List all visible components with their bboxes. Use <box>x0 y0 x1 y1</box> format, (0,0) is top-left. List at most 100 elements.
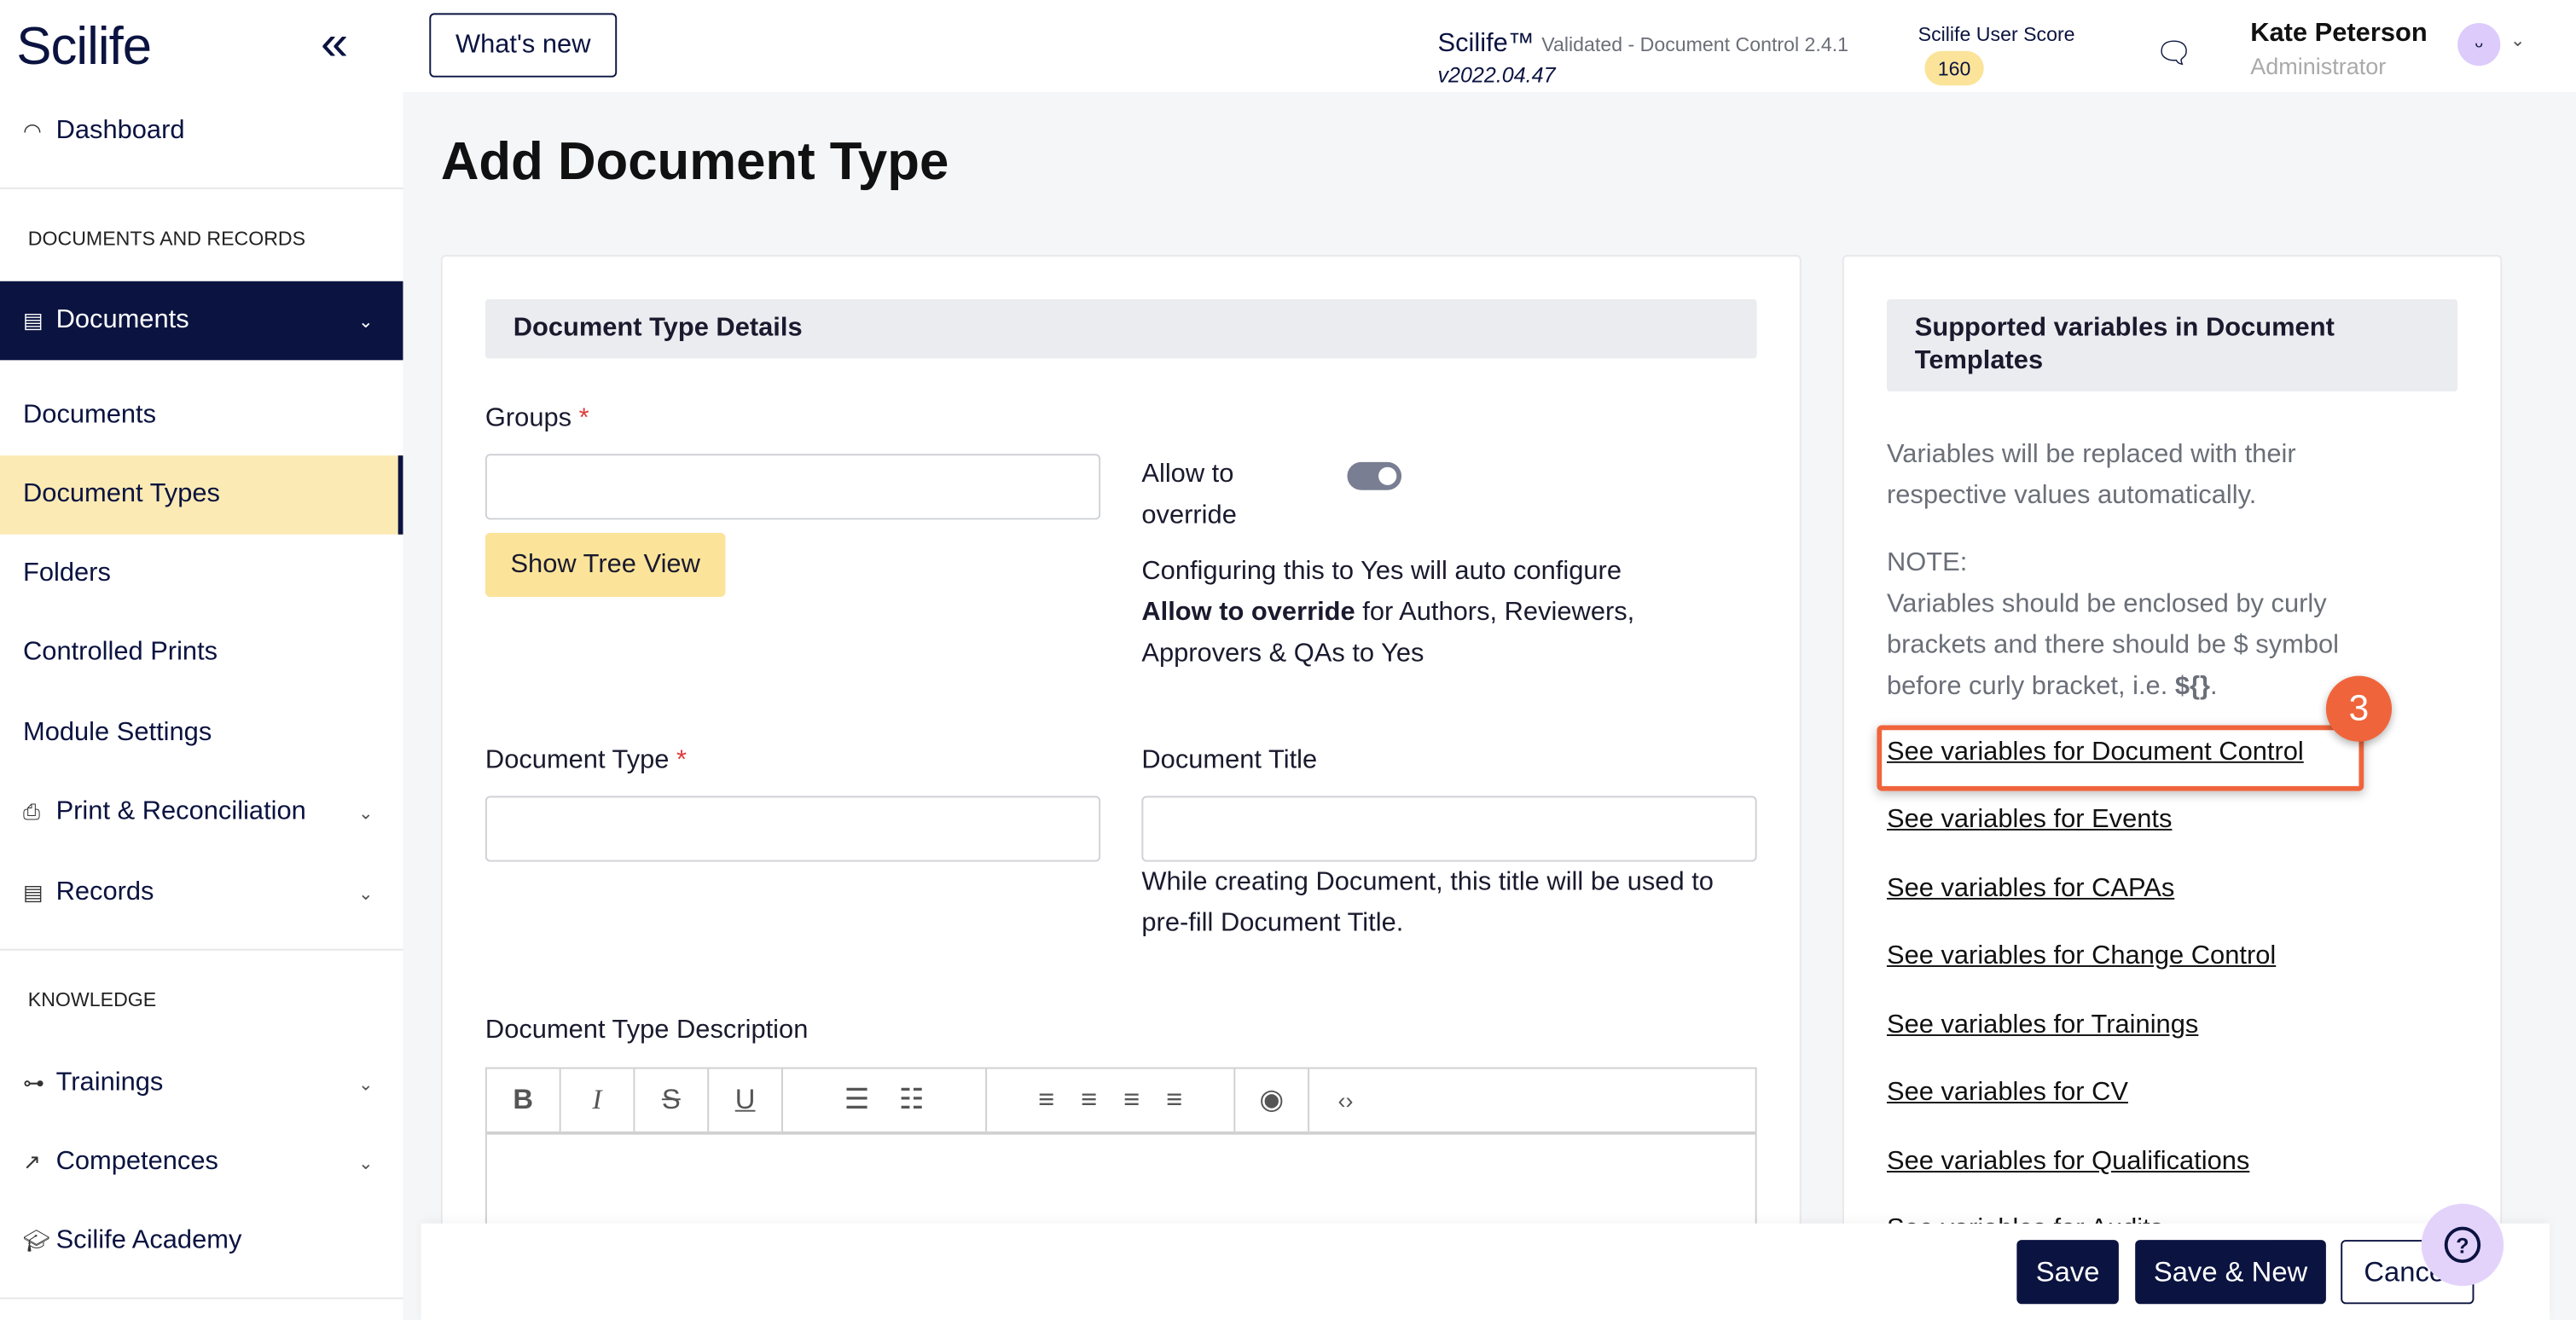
link-capas[interactable]: See variables for CAPAs <box>1887 875 2174 905</box>
sidebar-item-print-reconciliation[interactable]: ⎙Print & Reconciliation ⌄ <box>0 773 403 852</box>
competence-icon: ↗ <box>23 1149 56 1176</box>
code-sample: ${} <box>2175 673 2210 701</box>
align-center-icon[interactable]: ≡ <box>1081 1084 1097 1117</box>
scilife-logo: Scilife <box>16 16 151 77</box>
sidebar-item-document-types[interactable]: Document Types <box>0 455 403 535</box>
gauge-icon: ◠ <box>23 119 56 145</box>
groups-label: Groups * <box>485 404 589 434</box>
code-view-icon[interactable]: ‹› <box>1309 1069 1382 1132</box>
preview-eye-icon[interactable]: ◉ <box>1235 1069 1309 1132</box>
section-title: KNOWLEDGE <box>28 988 156 1011</box>
page-title: Add Document Type <box>441 131 949 192</box>
document-title-input[interactable] <box>1141 796 1756 861</box>
chevron-down-icon[interactable]: ⌄ <box>2510 30 2526 51</box>
italic-button[interactable]: I <box>561 1069 635 1132</box>
document-type-input[interactable] <box>485 796 1100 861</box>
sidebar-item-academy[interactable]: 🎓︎Scilife Academy <box>0 1202 403 1282</box>
step-badge: 3 <box>2326 676 2392 742</box>
sidebar-item-folders[interactable]: Folders <box>0 535 403 614</box>
printer-icon: ⎙ <box>23 799 56 825</box>
numbered-list-icon[interactable]: ☷ <box>899 1084 924 1117</box>
chevron-down-icon: ⌄ <box>358 1073 374 1094</box>
align-left-icon[interactable]: ≡ <box>1038 1084 1054 1117</box>
link-change-control[interactable]: See variables for Change Control <box>1887 942 2276 972</box>
bold-text: Allow to override <box>1141 599 1355 627</box>
label: Folders <box>23 559 111 589</box>
top-header: What's new Scilife™ Validated - Document… <box>403 0 2576 92</box>
label: Print & Reconciliation <box>56 797 306 827</box>
sidebar: Scilife « ◠Dashboard DOCUMENTS AND RECOR… <box>0 0 403 1320</box>
label: Records <box>56 878 154 908</box>
override-help: Configuring this to Yes will auto config… <box>1141 551 1684 674</box>
score-label: Scilife User Score <box>1918 23 2075 46</box>
link-events[interactable]: See variables for Events <box>1887 806 2172 836</box>
graduation-cap-icon: 🎓︎ <box>23 1229 56 1255</box>
product-info: Scilife™ Validated - Document Control 2.… <box>1438 30 1849 60</box>
document-title-help: While creating Document, this title will… <box>1141 862 1750 944</box>
product-name: Scilife™ <box>1438 30 1535 58</box>
save-and-new-button[interactable]: Save & New <box>2135 1240 2326 1304</box>
details-card: Document Type Details Groups * Show Tree… <box>441 255 1801 1320</box>
save-button[interactable]: Save <box>2016 1240 2119 1304</box>
sidebar-group-documents[interactable]: ▤Documents ⌄ <box>0 281 403 361</box>
align-justify-icon[interactable]: ≡ <box>1166 1084 1182 1117</box>
version: v2022.04.47 <box>1438 62 1556 87</box>
section-heading: Document Type Details <box>485 299 1757 358</box>
variables-intro: Variables will be replaced with their re… <box>1887 434 2381 516</box>
groups-input[interactable] <box>485 454 1100 519</box>
label: Groups <box>485 404 571 432</box>
sidebar-item-competences[interactable]: ↗Competences⌄ <box>0 1123 403 1202</box>
label: Trainings <box>56 1069 164 1099</box>
sidebar-item-module-settings[interactable]: Module Settings <box>0 694 403 773</box>
document-icon: ▤ <box>23 308 56 334</box>
section-title: DOCUMENTS AND RECORDS <box>28 227 305 250</box>
description-label: Document Type Description <box>485 1016 808 1046</box>
strikethrough-button[interactable]: S <box>635 1069 709 1132</box>
editor-toolbar: B I S U ☰☷ ≡≡≡≡ ◉ ‹› <box>487 1069 1755 1135</box>
text: Variables should be enclosed by curly br… <box>1887 590 2339 700</box>
avatar[interactable]: ᵕ <box>2457 23 2500 66</box>
label: Competences <box>56 1148 218 1178</box>
user-name: Kate Peterson <box>2250 20 2427 49</box>
link-cv[interactable]: See variables for CV <box>1887 1079 2128 1109</box>
help-button[interactable]: ? <box>2422 1204 2503 1286</box>
sidebar-item-documents[interactable]: Documents <box>0 377 403 456</box>
link-trainings[interactable]: See variables for Trainings <box>1887 1011 2198 1041</box>
allow-override-label: Allow to override <box>1141 454 1290 536</box>
align-right-icon[interactable]: ≡ <box>1123 1084 1140 1117</box>
collapse-sidebar-icon[interactable]: « <box>321 16 348 72</box>
chevron-down-icon: ⌄ <box>358 802 374 823</box>
bold-button[interactable]: B <box>487 1069 561 1132</box>
chat-icon[interactable]: 🗨︎ <box>2155 36 2192 70</box>
sidebar-item-controlled-prints[interactable]: Controlled Prints <box>0 613 403 692</box>
chevron-down-icon: ⌄ <box>358 883 374 904</box>
link-document-control[interactable]: See variables for Document Control <box>1887 738 2304 768</box>
label: Controlled Prints <box>23 638 218 668</box>
label: Module Settings <box>23 719 212 749</box>
section-heading: Supported variables in Document Template… <box>1887 299 2457 391</box>
list-buttons: ☰☷ <box>783 1069 987 1132</box>
product-subtitle: Validated - Document Control 2.4.1 <box>1541 33 1848 56</box>
whats-new-button[interactable]: What's new <box>429 13 617 77</box>
sidebar-item-trainings[interactable]: ⊶Trainings ⌄ <box>0 1045 403 1124</box>
allow-override-toggle[interactable] <box>1347 462 1401 490</box>
dumbbell-icon: ⊶ <box>23 1070 56 1097</box>
label: Dashboard <box>56 117 185 147</box>
bullet-list-icon[interactable]: ☰ <box>844 1084 869 1117</box>
help-icon: ? <box>2445 1227 2480 1263</box>
link-qualifications[interactable]: See variables for Qualifications <box>1887 1148 2249 1178</box>
required-mark: * <box>676 747 687 775</box>
document-type-label: Document Type * <box>485 747 687 777</box>
variables-card: Supported variables in Document Template… <box>1842 255 2502 1320</box>
sidebar-item-records[interactable]: ▤Records⌄ <box>0 854 403 933</box>
underline-button[interactable]: U <box>709 1069 783 1132</box>
align-buttons: ≡ ≡ ≡ ≡ <box>987 1069 1235 1132</box>
note-label: NOTE: <box>1887 542 1967 583</box>
chevron-down-icon: ⌄ <box>358 310 374 332</box>
required-mark: * <box>579 404 589 432</box>
label: Documents <box>23 402 156 431</box>
sidebar-item-dashboard[interactable]: ◠Dashboard <box>0 92 403 171</box>
show-tree-view-button[interactable]: Show Tree View <box>485 533 726 597</box>
label: Document Type <box>485 747 670 775</box>
label: Documents <box>56 306 189 336</box>
